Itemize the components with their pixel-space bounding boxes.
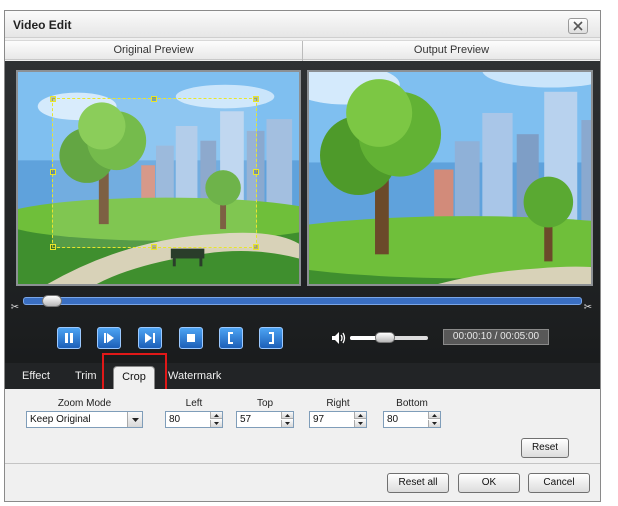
close-icon — [573, 21, 583, 31]
next-frame-icon — [145, 333, 155, 343]
crop-handle-top[interactable] — [151, 96, 157, 102]
crop-handle-top-right[interactable] — [253, 96, 259, 102]
preview-headers: Original Preview Output Preview — [5, 40, 600, 61]
top-decrement[interactable] — [281, 420, 293, 427]
play-icon — [104, 333, 114, 343]
right-value: 97 — [313, 414, 325, 425]
output-preview-label: Output Preview — [413, 44, 490, 56]
original-preview-label: Original Preview — [113, 44, 194, 56]
original-preview — [16, 70, 301, 286]
crop-handle-bottom[interactable] — [151, 244, 157, 250]
left-increment[interactable] — [210, 412, 222, 419]
zoom-mode-label: Zoom Mode — [57, 398, 112, 409]
crop-handle-bottom-right[interactable] — [253, 244, 259, 250]
top-value: 57 — [240, 414, 252, 425]
bottom-value: 80 — [387, 414, 399, 425]
zoom-mode-select[interactable]: Keep Original — [26, 411, 143, 428]
left-value: 80 — [169, 414, 181, 425]
reset-all-button[interactable]: Reset all — [387, 473, 449, 493]
left-decrement[interactable] — [210, 420, 222, 427]
mark-in-icon — [228, 332, 233, 344]
volume-thumb[interactable] — [375, 332, 395, 343]
volume-icon[interactable] — [331, 331, 347, 345]
player-area: ✂ ✂ 00:00:10 / 00:05:00 — [5, 61, 600, 373]
stop-button[interactable] — [179, 327, 203, 349]
cancel-button[interactable]: Cancel — [528, 473, 590, 493]
scissor-icon[interactable]: ✂ — [582, 302, 594, 314]
output-preview — [307, 70, 593, 286]
mark-out-icon — [269, 332, 274, 344]
bottom-increment[interactable] — [428, 412, 440, 419]
close-button[interactable] — [568, 18, 588, 34]
footer-divider — [5, 463, 600, 464]
mark-out-button[interactable] — [259, 327, 283, 349]
bottom-stepper[interactable]: 80 — [383, 411, 441, 428]
pause-button[interactable] — [57, 327, 81, 349]
output-video-frame — [309, 72, 591, 284]
window-title: Video Edit — [13, 18, 72, 32]
crop-panel: Zoom Mode Keep Original Left 80 Top 57 R… — [5, 389, 600, 458]
ok-button[interactable]: OK — [458, 473, 520, 493]
tab-effect[interactable]: Effect — [22, 370, 50, 382]
crop-handle-left[interactable] — [50, 169, 56, 175]
top-stepper[interactable]: 57 — [236, 411, 294, 428]
stop-icon — [187, 334, 195, 342]
bottom-decrement[interactable] — [428, 420, 440, 427]
scissor-icon[interactable]: ✂ — [9, 302, 21, 314]
bottom-label: Bottom — [396, 398, 428, 409]
play-button[interactable] — [97, 327, 121, 349]
left-label: Left — [185, 398, 203, 409]
right-stepper[interactable]: 97 — [309, 411, 367, 428]
tab-trim[interactable]: Trim — [75, 370, 97, 382]
right-decrement[interactable] — [354, 420, 366, 427]
volume-slider[interactable] — [350, 332, 428, 343]
next-frame-button[interactable] — [138, 327, 162, 349]
top-label: Top — [256, 398, 274, 409]
video-edit-window: Video Edit Original Preview Output Previ… — [4, 10, 601, 502]
right-label: Right — [326, 398, 350, 409]
title-bar: Video Edit — [5, 11, 600, 38]
right-increment[interactable] — [354, 412, 366, 419]
zoom-mode-value: Keep Original — [30, 414, 91, 425]
left-stepper[interactable]: 80 — [165, 411, 223, 428]
crop-handle-right[interactable] — [253, 169, 259, 175]
time-display: 00:00:10 / 00:05:00 — [443, 329, 549, 345]
crop-handle-bottom-left[interactable] — [50, 244, 56, 250]
reset-button[interactable]: Reset — [521, 438, 569, 458]
mark-in-button[interactable] — [219, 327, 243, 349]
seek-thumb[interactable] — [42, 295, 62, 307]
chevron-down-icon[interactable] — [127, 412, 142, 427]
crop-tab-highlight — [102, 353, 167, 392]
top-increment[interactable] — [281, 412, 293, 419]
seek-bar[interactable] — [23, 295, 582, 307]
crop-handle-top-left[interactable] — [50, 96, 56, 102]
tab-bar: Effect Trim Watermark — [5, 363, 600, 389]
pause-icon — [65, 333, 73, 343]
crop-box[interactable] — [50, 96, 259, 250]
tab-watermark[interactable]: Watermark — [168, 370, 221, 382]
